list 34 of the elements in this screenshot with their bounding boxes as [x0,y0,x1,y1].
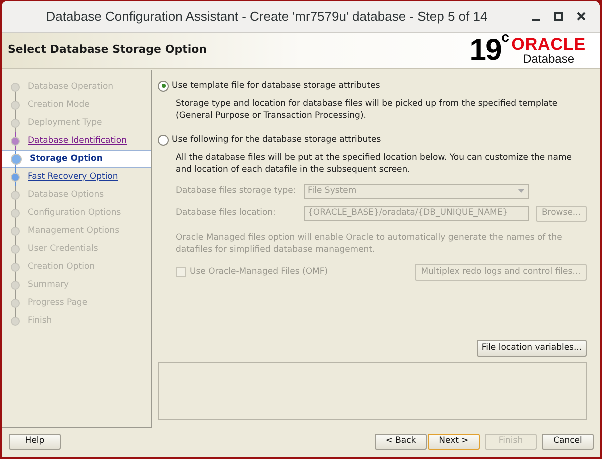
close-icon[interactable] [577,12,586,21]
file-location-variables-button[interactable]: File location variables... [477,340,587,357]
radio-button[interactable] [158,80,169,92]
radio-label: Use following for the database storage attributes [172,134,382,146]
step-item: User Credentials [28,242,98,256]
nav-button[interactable]: < Back [375,434,427,450]
step-item: Creation Option [28,260,96,274]
maximize-icon[interactable] [554,12,563,21]
step-item: Finish [28,314,52,328]
nav-button[interactable]: Next > [428,434,480,450]
step-item: Configuration Options [28,206,122,220]
checkbox-label: Use Oracle-Managed Files (OMF) [190,266,328,278]
step-item: Deployment Type [28,116,102,130]
cancel-button[interactable]: Cancel [542,434,594,450]
step-item: Progress Page [28,296,88,310]
field-label: Database files storage type: [176,184,298,198]
field-label: Database files location: [176,207,277,220]
omf-description: Oracle Managed files option will enable Oracle to automatically generate the names of the datafiles for simplified database management. [176,232,564,256]
option-description: All the database files will be put at the specified location below. You can customize the name and location of each datafile in the subsequent screen. [176,152,573,176]
step-item[interactable]: Fast Recovery Option [28,170,118,184]
step-item: Summary [28,278,70,292]
step-item: Database Operation [28,80,114,94]
help-button[interactable]: Help [9,434,61,450]
radio-button[interactable] [158,134,169,146]
caret-icon [518,189,525,193]
option-description: Storage type and location for database files will be picked up from the specified template (General Purpose or Transaction Processing). [176,98,559,122]
window-title: Database Configuration Assistant - Create 'mr7579u' database - Step 5 of 14 [45,8,489,26]
step-item: Management Options [28,224,120,238]
radio-label: Use template file for database storage attributes [172,80,380,93]
step-item[interactable]: Storage Option [30,152,103,166]
page-heading: Select Database Storage Option [7,42,208,58]
step-item: Database Options [28,188,104,202]
step-item: Creation Mode [28,98,90,112]
step-item[interactable]: Database Identification [28,134,127,148]
